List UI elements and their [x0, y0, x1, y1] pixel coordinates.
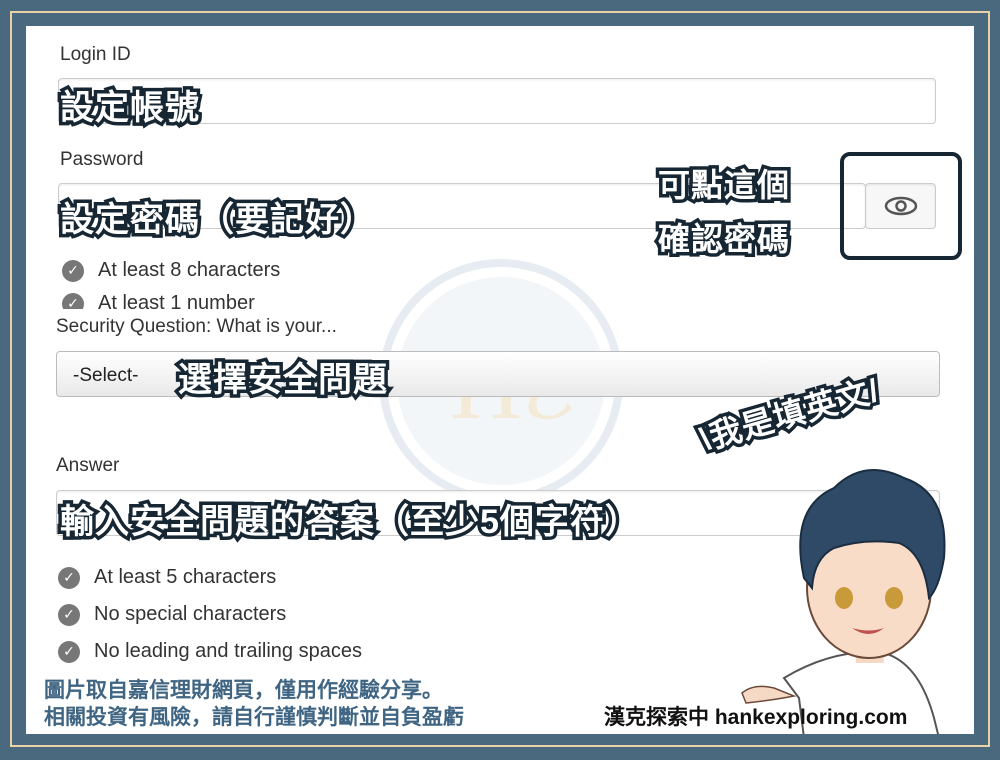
annotation-eye-1: 可點這個	[654, 164, 792, 207]
annotation-eye-2: 確認密碼	[654, 218, 792, 261]
screenshot-panel: H ℰ Login ID Password ✓At least 8 charac…	[26, 26, 974, 734]
highlight-box	[840, 152, 962, 260]
mascot-illustration	[741, 469, 946, 734]
check-icon: ✓	[58, 603, 80, 626]
answer-check: ✓ No leading and trailing spaces	[58, 640, 362, 663]
brand-text: 漢克探索中 hankexploring.com	[604, 706, 908, 729]
annotation-security: 選擇安全問題	[175, 358, 391, 403]
disclaimer-line-1: 圖片取自嘉信理財網頁，僅用作經驗分享。	[44, 679, 443, 702]
answer-check: ✓ No special characters	[58, 603, 286, 626]
security-question-label: Security Question: What is your...	[56, 316, 337, 337]
password-check: ✓ At least 8 characters	[62, 259, 280, 282]
annotation-answer: 輸入安全問題的答案（至少5個字符）	[57, 500, 643, 545]
answer-label: Answer	[56, 455, 120, 476]
login-id-label: Login ID	[60, 44, 131, 65]
check-icon: ✓	[62, 292, 84, 309]
disclaimer-line-2: 相關投資有風險，請自行謹慎判斷並自負盈虧	[44, 706, 464, 729]
password-label: Password	[60, 149, 144, 170]
check-icon: ✓	[58, 640, 80, 663]
check-icon: ✓	[58, 566, 80, 589]
answer-check: ✓ At least 5 characters	[58, 566, 276, 589]
password-check: ✓ At least 1 number	[62, 292, 255, 309]
annotation-password: 設定密碼（要記好）	[57, 198, 378, 243]
annotation-login: 設定帳號	[57, 86, 203, 131]
check-icon: ✓	[62, 259, 84, 282]
